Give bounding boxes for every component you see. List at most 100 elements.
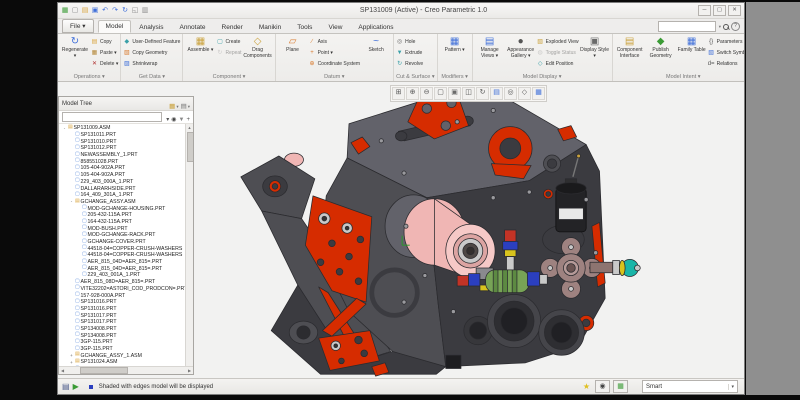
group-label[interactable]: Model Display ▾ [475, 73, 610, 81]
regenerate-button[interactable]: ↻Regenerate ▾ [60, 35, 90, 60]
group-label[interactable]: Datum ▾ [278, 73, 392, 81]
tab-tools[interactable]: Tools [289, 21, 320, 33]
tree-item-sp134008-prt[interactable]: ▢SP134008.PRT [59, 332, 193, 339]
create-button[interactable]: ▢Create [216, 36, 241, 47]
tree-item-164-432-115a-prt[interactable]: ▢164-432-115A.PRT [59, 219, 193, 226]
group-label[interactable]: Cut & Surface ▾ [396, 73, 435, 81]
display-style-button[interactable]: ▣Display Style ▾ [580, 35, 610, 60]
tree-horizontal-scrollbar[interactable]: ◀ ▶ [59, 366, 193, 374]
view-manager-button[interactable]: ▦ [532, 87, 545, 100]
tree-item-sp131017-prt[interactable]: ▢SP131017.PRT [59, 312, 193, 319]
extrude-button[interactable]: ▼Extrude [396, 47, 423, 58]
regenerate-icon[interactable]: ↻ [121, 7, 129, 14]
display-style-button[interactable]: ▣ [448, 87, 461, 100]
user-defined-feature-button[interactable]: ◆User-Defined Feature [123, 36, 180, 47]
tree-item-164-409-301a-1-prt[interactable]: ▢164_409_301A_1.PRT [59, 192, 193, 199]
edit-position-button[interactable]: ◇Edit Position [537, 58, 579, 69]
tab-annotate[interactable]: Annotate [171, 21, 213, 33]
point-button[interactable]: +Point ▾ [309, 47, 361, 58]
tree-item-gchange-cover-prt[interactable]: ▢GCHANGE-COVER.PRT [59, 239, 193, 246]
close-button[interactable]: ✕ [728, 5, 741, 16]
model-tree-search-input[interactable] [62, 112, 162, 122]
saved-orientations-button[interactable]: ▤ [490, 87, 503, 100]
tree-expander-icon[interactable]: + [69, 353, 74, 358]
print-icon[interactable]: ▥ [141, 7, 149, 14]
minimize-button[interactable]: ─ [698, 5, 711, 16]
help-icon[interactable]: ? [731, 22, 740, 31]
tree-expander-icon[interactable]: + [69, 360, 74, 365]
manage-views-button[interactable]: ▤Manage Views ▾ [475, 35, 505, 60]
shrinkwrap-button[interactable]: ▨Shrinkwrap [123, 58, 180, 69]
command-search-input[interactable] [658, 21, 716, 32]
app-icon[interactable]: ▦ [61, 7, 69, 14]
tree-item-sp131016-prt[interactable]: ▢SP131016.PRT [59, 299, 193, 306]
exploded-view-button[interactable]: ▧Exploded View [537, 36, 579, 47]
search-dropdown-icon[interactable]: ▾ [719, 24, 721, 30]
toggle-status-button[interactable]: ◍Toggle Status [537, 47, 579, 58]
publish-geometry-button[interactable]: ◆Publish Geometry [646, 35, 676, 60]
model-canvas[interactable] [195, 82, 744, 378]
datum-display-button[interactable]: ◫ [462, 87, 475, 100]
coordinate-system-button[interactable]: ⊕Coordinate System [309, 58, 361, 69]
tab-applications[interactable]: Applications [350, 21, 401, 33]
model-tree-toggle-icon[interactable]: ▤ [62, 383, 70, 391]
scroll-left-icon[interactable]: ◀ [59, 368, 66, 373]
folder-browser-icon[interactable]: ▶ [73, 383, 79, 391]
perspective-button[interactable]: ◇ [518, 87, 531, 100]
search-icon[interactable] [723, 24, 729, 30]
group-label[interactable]: Component ▾ [185, 73, 272, 81]
open-icon[interactable]: ▤ [81, 7, 89, 14]
tree-item-229-403-001a-1-prt[interactable]: ▢229_403_001A_1.PRT [59, 272, 193, 279]
tree-item-mod-gchange-housing-prt[interactable]: ▢MOD-GCHANGE-HOUSING.PRT [59, 205, 193, 212]
copy-button[interactable]: ▤Copy [91, 36, 118, 47]
repaint-button[interactable]: ▢ [434, 87, 447, 100]
scroll-thumb-h[interactable] [80, 367, 128, 374]
tree-item-aer-815-04d-aer-815-prt[interactable]: ▢AER_815_04D=AER_815=.PRT [59, 265, 193, 272]
undo-icon[interactable]: ↶ [101, 7, 109, 14]
tab-manikin[interactable]: Manikin [251, 21, 289, 33]
drag-components-button[interactable]: ◇Drag Components [243, 35, 273, 60]
zoom-out-button[interactable]: ⊖ [420, 87, 433, 100]
group-label[interactable]: Operations ▾ [60, 73, 118, 81]
find-button[interactable]: ◉ [595, 380, 610, 393]
tree-item-mod-gchange-rack-prt[interactable]: ▢MOD-GCHANGE-RACK.PRT [59, 232, 193, 239]
dropdown-icon[interactable]: ▾ [166, 117, 169, 123]
paste-button[interactable]: ▦Paste ▾ [91, 47, 118, 58]
plane-button[interactable]: ▱Plane [278, 35, 308, 55]
viewport[interactable] [195, 82, 744, 378]
maximize-button[interactable]: ▢ [713, 5, 726, 16]
tree-item-mod-bush-prt[interactable]: ▢MOD-BUSH.PRT [59, 225, 193, 232]
annotation-display-button[interactable]: ◎ [504, 87, 517, 100]
gearbox-model[interactable] [241, 91, 640, 376]
tree-item-sp131012-prt[interactable]: ▢SP131012.PRT [59, 145, 193, 152]
repeat-button[interactable]: ↻Repeat [216, 47, 241, 58]
parameters-button[interactable]: {}Parameters [708, 36, 744, 47]
appearance-gallery-button[interactable]: ●Appearance Gallery ▾ [506, 35, 536, 60]
tab-render[interactable]: Render [214, 21, 251, 33]
spin-center-button[interactable]: ↻ [476, 87, 489, 100]
tree-expander-icon[interactable]: - [62, 126, 67, 131]
revolve-button[interactable]: ↻Revolve [396, 58, 423, 69]
select-button[interactable]: ▦ [613, 380, 628, 393]
tab-model[interactable]: Model [98, 20, 132, 33]
delete-button[interactable]: ✕Delete ▾ [91, 58, 118, 69]
tree-expander-icon[interactable]: - [69, 199, 74, 204]
tree-item-44518-04-copper-crush-washers[interactable]: ▢44518-04=COPPER-CRUSH-WASHERS [59, 245, 193, 252]
tree-item-dallararhside-prt[interactable]: ▢DALLARARHSIDE.PRT [59, 185, 193, 192]
find-icon[interactable]: ◉ [171, 117, 176, 123]
tree-item-sp131009-asm[interactable]: -▤SP131009.ASM [59, 125, 193, 132]
hole-button[interactable]: ◎Hole [396, 36, 423, 47]
save-icon[interactable]: ▣ [91, 7, 99, 14]
scroll-right-icon[interactable]: ▶ [186, 368, 193, 373]
tree-item-sp131024-asm[interactable]: +▤SP131024.ASM [59, 359, 193, 366]
tree-item-205-432-115a-prt[interactable]: ▢205-432-115A.PRT [59, 212, 193, 219]
component-interface-button[interactable]: ▤Component Interface [615, 35, 645, 60]
filter-icon[interactable]: ▼ [179, 117, 185, 123]
new-icon[interactable]: ▢ [71, 7, 79, 14]
tree-item-sp131017-prt[interactable]: ▢SP131017.PRT [59, 319, 193, 326]
selection-filter-dropdown[interactable]: Smart ▾ [642, 380, 738, 393]
switch-symbols-button[interactable]: ▧Switch Symbols [708, 47, 744, 58]
axis-button[interactable]: ∕Axis [309, 36, 361, 47]
expand-icon[interactable]: + [186, 117, 190, 123]
red-ring-mount[interactable] [488, 127, 532, 179]
